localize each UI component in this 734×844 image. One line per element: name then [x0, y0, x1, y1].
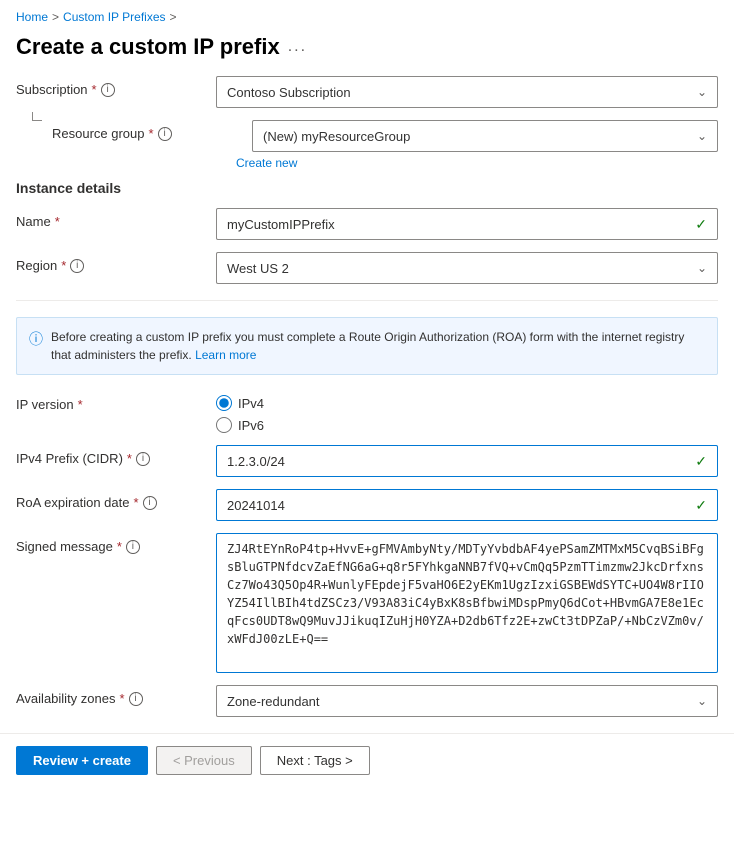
breadcrumb-sep2: >: [170, 10, 177, 24]
page-title-ellipsis[interactable]: ...: [288, 38, 307, 56]
subscription-required: *: [92, 82, 97, 97]
info-box: ⓘ Before creating a custom IP prefix you…: [16, 317, 718, 375]
region-label: Region * i: [16, 252, 216, 273]
subscription-dropdown[interactable]: Contoso Subscription ⌄: [216, 76, 718, 108]
name-control: ✓: [216, 208, 718, 240]
ipv4-prefix-label: IPv4 Prefix (CIDR) * i: [16, 445, 216, 466]
breadcrumb-home[interactable]: Home: [16, 10, 48, 24]
breadcrumb-sep1: >: [52, 10, 59, 24]
roa-expiration-check-icon: ✓: [695, 497, 707, 514]
info-box-text: Before creating a custom IP prefix you m…: [51, 328, 705, 364]
page-title-row: Create a custom IP prefix ...: [0, 30, 734, 76]
subscription-chevron: ⌄: [697, 85, 707, 99]
name-label: Name *: [16, 208, 216, 229]
ipv4-prefix-input[interactable]: [227, 454, 695, 469]
availability-zones-control: Zone-redundant ⌄: [216, 685, 718, 717]
ipv4-prefix-check-icon: ✓: [695, 453, 707, 470]
form-container: Subscription * i Contoso Subscription ⌄ …: [0, 76, 734, 717]
ipv4-prefix-control: ✓: [216, 445, 718, 477]
name-check-icon: ✓: [695, 216, 707, 233]
resource-group-required: *: [149, 126, 154, 141]
info-box-icon: ⓘ: [29, 329, 43, 349]
learn-more-link[interactable]: Learn more: [195, 348, 256, 362]
subscription-info-icon[interactable]: i: [101, 83, 115, 97]
ipv4-prefix-required: *: [127, 451, 132, 466]
resource-group-control: (New) myResourceGroup ⌄: [252, 120, 718, 152]
instance-details-title: Instance details: [16, 180, 718, 196]
signed-message-info-icon[interactable]: i: [126, 540, 140, 554]
availability-zones-dropdown[interactable]: Zone-redundant ⌄: [216, 685, 718, 717]
signed-message-required: *: [117, 539, 122, 554]
ipv4-prefix-row: IPv4 Prefix (CIDR) * i ✓: [16, 445, 718, 477]
availability-zones-required: *: [119, 691, 124, 706]
availability-zones-info-icon[interactable]: i: [129, 692, 143, 706]
subscription-value: Contoso Subscription: [227, 85, 351, 100]
page-title: Create a custom IP prefix: [16, 34, 280, 60]
subscription-label: Subscription * i: [16, 76, 216, 97]
ip-version-ipv4-item[interactable]: IPv4: [216, 395, 718, 411]
footer: Review + create < Previous Next : Tags >: [0, 733, 734, 787]
subscription-row: Subscription * i Contoso Subscription ⌄: [16, 76, 718, 108]
ip-version-ipv6-item[interactable]: IPv6: [216, 417, 718, 433]
ipv4-prefix-info-icon[interactable]: i: [136, 452, 150, 466]
ip-version-required: *: [78, 397, 83, 412]
previous-button[interactable]: < Previous: [156, 746, 252, 775]
roa-expiration-input-wrap[interactable]: ✓: [216, 489, 718, 521]
name-required: *: [55, 214, 60, 229]
region-row: Region * i West US 2 ⌄: [16, 252, 718, 284]
region-value: West US 2: [227, 261, 289, 276]
ip-version-radio-group: IPv4 IPv6: [216, 391, 718, 433]
review-create-button[interactable]: Review + create: [16, 746, 148, 775]
ip-version-ipv4-radio[interactable]: [216, 395, 232, 411]
resource-group-chevron: ⌄: [697, 129, 707, 143]
subscription-control: Contoso Subscription ⌄: [216, 76, 718, 108]
availability-zones-chevron: ⌄: [697, 694, 707, 708]
ip-version-ipv6-radio[interactable]: [216, 417, 232, 433]
ip-version-ipv6-label[interactable]: IPv6: [238, 418, 264, 433]
roa-expiration-input[interactable]: [227, 498, 695, 513]
resource-group-outer-row: Resource group * i (New) myResourceGroup…: [16, 120, 718, 152]
region-info-icon[interactable]: i: [70, 259, 84, 273]
signed-message-textarea[interactable]: ZJ4RtEYnRoP4tp+HvvE+gFMVAmbyNty/MDTyYvbd…: [216, 533, 718, 673]
availability-zones-value: Zone-redundant: [227, 694, 320, 709]
name-input[interactable]: [227, 217, 695, 232]
signed-message-label: Signed message * i: [16, 533, 216, 554]
ipv4-prefix-input-wrap[interactable]: ✓: [216, 445, 718, 477]
ip-version-control: IPv4 IPv6: [216, 391, 718, 433]
resource-group-dropdown[interactable]: (New) myResourceGroup ⌄: [252, 120, 718, 152]
name-row: Name * ✓: [16, 208, 718, 240]
region-dropdown[interactable]: West US 2 ⌄: [216, 252, 718, 284]
ip-version-ipv4-label[interactable]: IPv4: [238, 396, 264, 411]
signed-message-control: ZJ4RtEYnRoP4tp+HvvE+gFMVAmbyNty/MDTyYvbd…: [216, 533, 718, 673]
breadcrumb: Home > Custom IP Prefixes >: [0, 0, 734, 30]
availability-zones-row: Availability zones * i Zone-redundant ⌄: [16, 685, 718, 717]
region-chevron: ⌄: [697, 261, 707, 275]
breadcrumb-custom-ip[interactable]: Custom IP Prefixes: [63, 10, 165, 24]
ip-version-row: IP version * IPv4 IPv6: [16, 391, 718, 433]
resource-group-label: Resource group * i: [52, 120, 252, 141]
roa-expiration-required: *: [133, 495, 138, 510]
roa-expiration-row: RoA expiration date * i ✓: [16, 489, 718, 521]
divider-1: [16, 300, 718, 301]
availability-zones-label: Availability zones * i: [16, 685, 216, 706]
ip-version-label: IP version *: [16, 391, 216, 412]
region-required: *: [61, 258, 66, 273]
signed-message-row: Signed message * i ZJ4RtEYnRoP4tp+HvvE+g…: [16, 533, 718, 673]
roa-expiration-label: RoA expiration date * i: [16, 489, 216, 510]
resource-group-info-icon[interactable]: i: [158, 127, 172, 141]
roa-expiration-control: ✓: [216, 489, 718, 521]
name-input-wrap[interactable]: ✓: [216, 208, 718, 240]
resource-group-value: (New) myResourceGroup: [263, 129, 410, 144]
create-new-link[interactable]: Create new: [236, 156, 718, 170]
roa-expiration-info-icon[interactable]: i: [143, 496, 157, 510]
next-button[interactable]: Next : Tags >: [260, 746, 370, 775]
region-control: West US 2 ⌄: [216, 252, 718, 284]
